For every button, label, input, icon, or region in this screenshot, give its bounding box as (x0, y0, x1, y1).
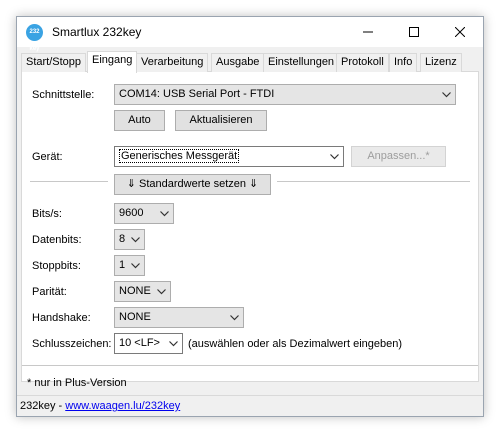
chevron-down-icon (130, 256, 140, 275)
tab-panel-eingang: Schnittstelle: COM14: USB Serial Port - … (21, 72, 479, 382)
tab-info[interactable]: Info (389, 53, 418, 72)
interface-value: COM14: USB Serial Port - FTDI (119, 88, 275, 100)
maximize-icon (409, 27, 419, 37)
device-value: Generisches Messgerät (119, 149, 240, 163)
title-bar[interactable]: 232 key Smartlux 232key (17, 17, 483, 52)
close-button[interactable] (437, 17, 483, 47)
status-prefix: 232key - (20, 400, 66, 412)
databits-select[interactable]: 8 (114, 229, 145, 250)
device-label: Gerät: (32, 151, 63, 163)
status-bar: 232key - www.waagen.lu/232key (17, 395, 483, 416)
parity-value: NONE (119, 285, 151, 297)
minimize-icon (363, 31, 373, 33)
chevron-down-icon (130, 230, 140, 249)
chevron-down-icon (156, 282, 166, 301)
app-icon: 232 key (26, 24, 43, 52)
chevron-down-icon (329, 147, 339, 166)
databits-label: Datenbits: (32, 234, 82, 246)
status-text: 232key - www.waagen.lu/232key (20, 400, 180, 412)
stopbits-value: 1 (119, 259, 126, 271)
tab-lizenz[interactable]: Lizenz (420, 53, 462, 72)
divider-left (30, 181, 108, 182)
bits-value: 9600 (119, 207, 144, 219)
panel-divider (22, 365, 478, 366)
plus-version-note: * nur in Plus-Version (27, 377, 127, 389)
tab-eingang[interactable]: Eingang (87, 51, 138, 73)
terminator-combo[interactable]: 10 <LF> (114, 333, 183, 354)
divider-right (277, 181, 470, 182)
tab-strip: Start/Stopp Eingang Verarbeitung Ausgabe… (21, 51, 479, 73)
tab-verarbeitung[interactable]: Verarbeitung (136, 53, 209, 72)
auto-button[interactable]: Auto (114, 110, 165, 131)
tab-ausgabe[interactable]: Ausgabe (211, 53, 265, 72)
customize-button[interactable]: Anpassen...* (351, 146, 446, 167)
handshake-select[interactable]: NONE (114, 307, 244, 328)
tab-start-stopp[interactable]: Start/Stopp (21, 53, 87, 72)
bits-select[interactable]: 9600 (114, 203, 174, 224)
maximize-button[interactable] (391, 17, 437, 47)
stopbits-label: Stoppbits: (32, 260, 81, 272)
parity-label: Parität: (32, 286, 67, 298)
window-title: Smartlux 232key (52, 25, 142, 39)
databits-value: 8 (119, 233, 126, 245)
close-icon (455, 27, 465, 37)
tab-einstellungen[interactable]: Einstellungen (263, 53, 340, 72)
bits-label: Bits/s: (32, 208, 62, 220)
chevron-down-icon (229, 308, 239, 327)
chevron-down-icon (441, 85, 451, 104)
interface-select[interactable]: COM14: USB Serial Port - FTDI (114, 84, 456, 105)
device-select[interactable]: Generisches Messgerät (114, 146, 344, 167)
set-defaults-button[interactable]: ⇓ Standardwerte setzen ⇓ (114, 174, 271, 195)
website-link[interactable]: www.waagen.lu/232key (65, 400, 180, 412)
terminator-value: 10 <LF> (119, 337, 160, 349)
terminator-hint: (auswählen oder als Dezimalwert eingeben… (188, 338, 403, 350)
tab-protokoll[interactable]: Protokoll (336, 53, 389, 72)
chevron-down-icon (159, 204, 169, 223)
app-window: 232 key Smartlux 232key Start/Stopp Eing… (16, 16, 484, 417)
stopbits-select[interactable]: 1 (114, 255, 145, 276)
terminator-label: Schlusszeichen: (32, 338, 112, 350)
interface-label: Schnittstelle: (32, 89, 95, 101)
minimize-button[interactable] (345, 17, 391, 47)
chevron-down-icon (168, 334, 178, 353)
parity-select[interactable]: NONE (114, 281, 171, 302)
handshake-value: NONE (119, 311, 151, 323)
handshake-label: Handshake: (32, 312, 91, 324)
refresh-button[interactable]: Aktualisieren (175, 110, 267, 131)
